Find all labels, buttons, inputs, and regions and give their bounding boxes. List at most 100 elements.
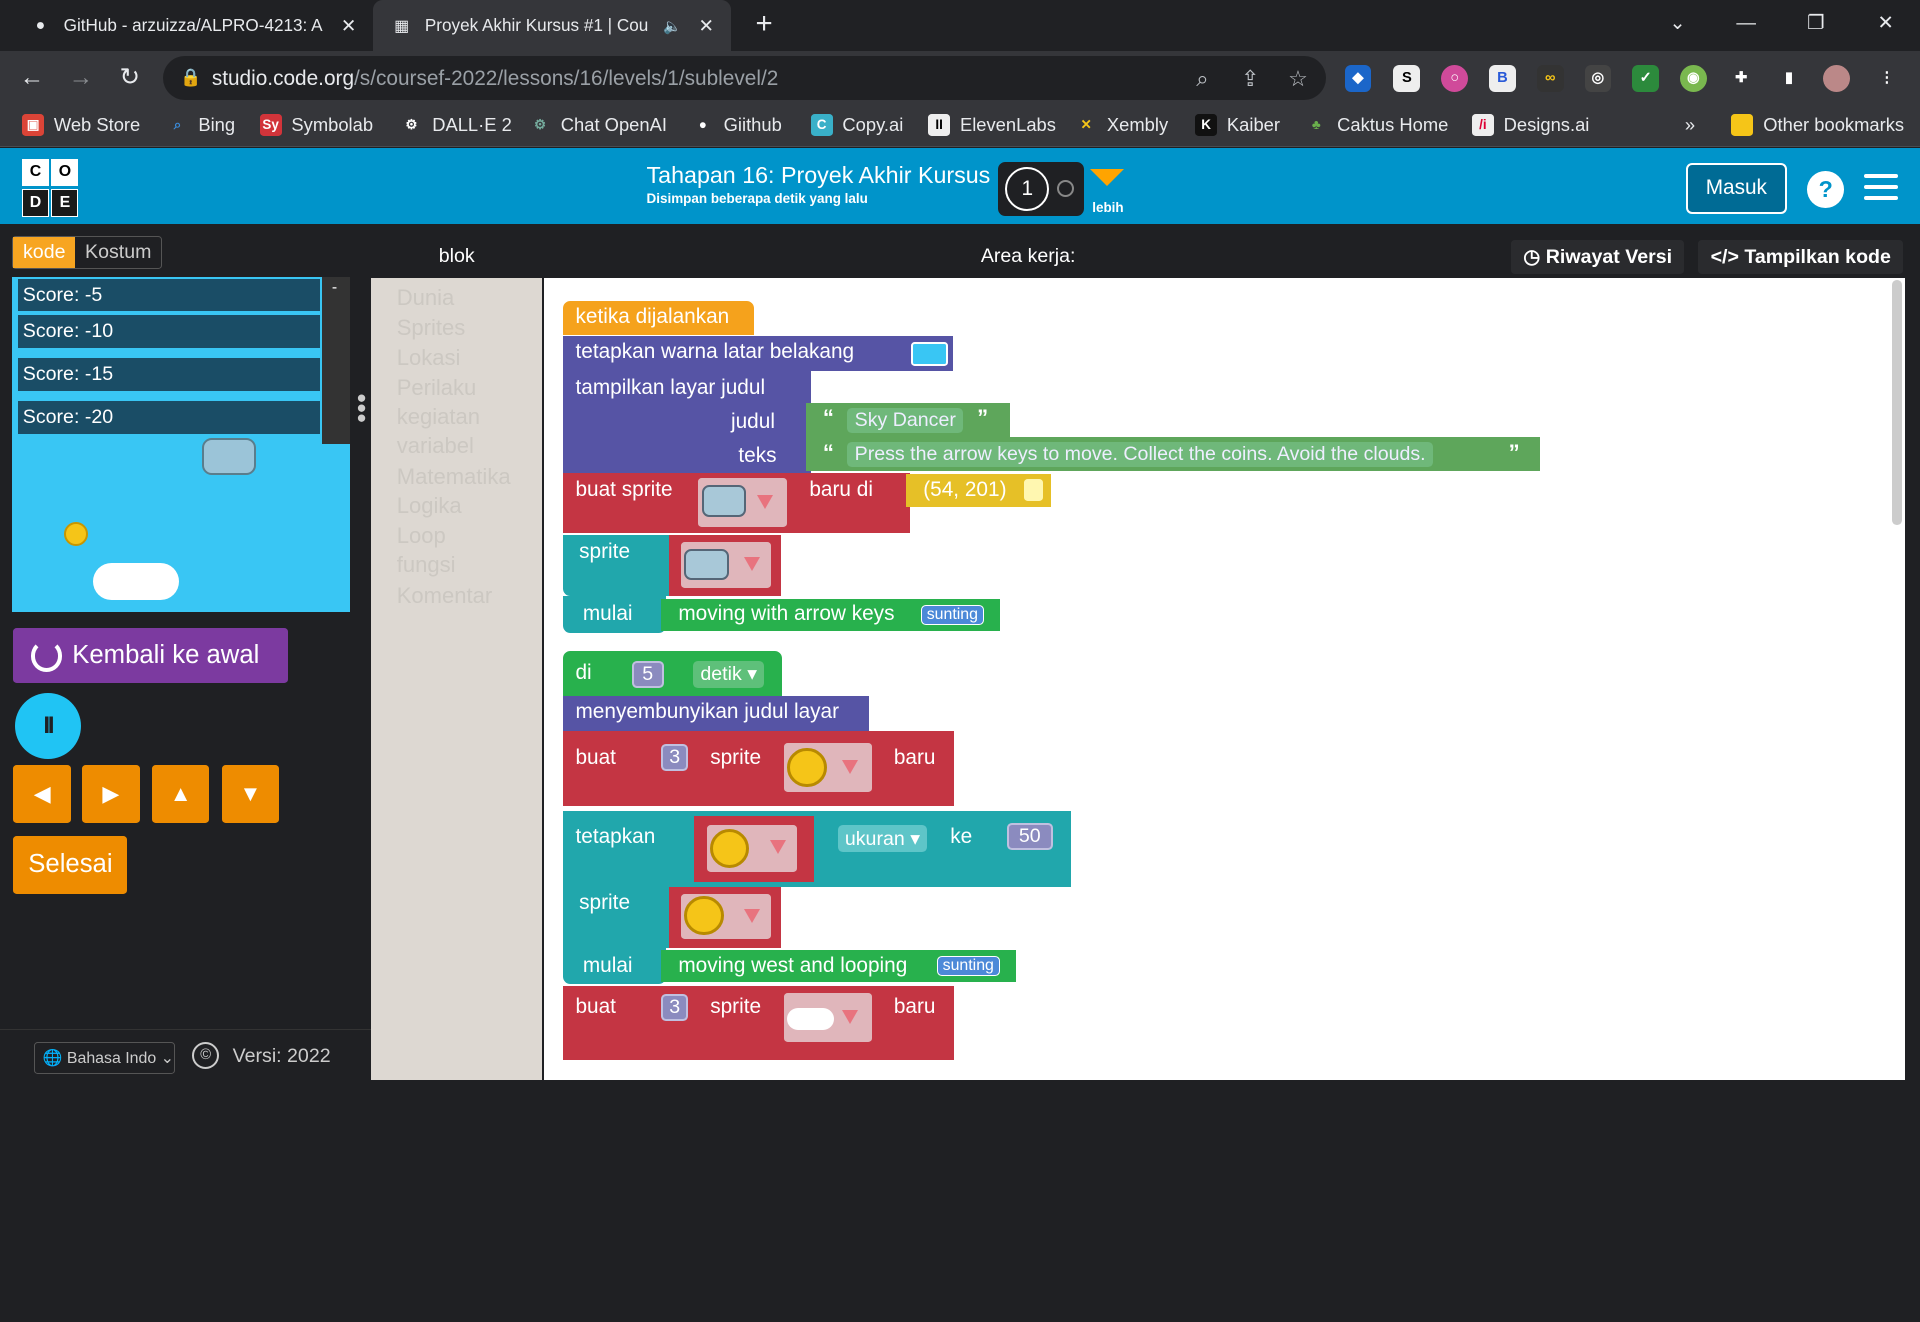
tab-codeorg[interactable]: ▦ Proyek Akhir Kursus #1 | Cou 🔈 ✕ xyxy=(373,0,732,52)
bookmarks-overflow[interactable]: » xyxy=(1685,114,1695,136)
avatar[interactable] xyxy=(1823,64,1851,92)
menu-icon[interactable]: ⋮ xyxy=(1873,65,1900,92)
resize-handle-icon[interactable]: ● ● ● xyxy=(356,388,366,425)
category-locations[interactable]: Lokasi xyxy=(397,345,461,371)
sprite-behavior-block-lower[interactable]: mulai xyxy=(563,947,667,985)
category-events[interactable]: kegiatan xyxy=(397,404,480,430)
property-dropdown[interactable]: ukuran ▾ xyxy=(837,825,928,852)
make-sprite-block[interactable]: buat sprite baru di xyxy=(563,472,910,533)
location-picker-icon[interactable] xyxy=(1023,478,1044,501)
text-string-block[interactable]: “ Press the arrow keys to move. Collect … xyxy=(805,437,1541,472)
extension-icon[interactable]: B xyxy=(1488,64,1516,92)
audio-icon[interactable]: 🔈 xyxy=(663,17,681,35)
address-bar[interactable]: 🔒 studio.code.org/s/coursef-2022/lessons… xyxy=(162,56,1327,101)
level-bubble[interactable]: 1 xyxy=(1005,166,1050,211)
other-bookmarks[interactable]: Other bookmarks xyxy=(1731,113,1904,136)
extension-icon[interactable]: ○ xyxy=(1441,64,1469,92)
help-button[interactable]: ? xyxy=(1807,171,1845,209)
text-string[interactable]: Press the arrow keys to move. Collect th… xyxy=(847,442,1433,468)
sprite-value-block[interactable] xyxy=(694,815,815,882)
count-input[interactable]: 3 xyxy=(661,744,689,772)
sprite-dropdown[interactable] xyxy=(680,542,772,588)
version-history-button[interactable]: ◷ Riwayat Versi xyxy=(1511,240,1685,275)
bookmark-bing[interactable]: ⌕ Bing xyxy=(167,114,235,136)
edit-behavior-button[interactable]: sunting xyxy=(936,956,1000,977)
bookmark-dalle[interactable]: ⚙ DALL·E 2 xyxy=(400,114,511,136)
set-background-block[interactable]: tetapkan warna latar belakang xyxy=(563,335,953,371)
category-logic[interactable]: Logika xyxy=(397,493,462,519)
bookmark-github[interactable]: ● Giithub xyxy=(692,114,782,136)
right-arrow-button[interactable]: ▶ xyxy=(82,765,140,823)
puzzle-icon[interactable]: ✚ xyxy=(1728,65,1755,92)
sprite-value-block[interactable] xyxy=(668,535,782,597)
edit-behavior-button[interactable]: sunting xyxy=(920,604,984,625)
behavior-block[interactable]: moving with arrow keys sunting xyxy=(661,598,1001,631)
reload-icon[interactable]: ↻ xyxy=(113,61,147,95)
unit-dropdown[interactable]: detik ▾ xyxy=(693,661,765,688)
location-block[interactable]: (54, 201) xyxy=(906,473,1051,507)
bookmark-symbolab[interactable]: Sy Symbolab xyxy=(259,113,373,136)
back-icon[interactable]: ← xyxy=(15,61,49,95)
bookmark-caktus[interactable]: ♣ Caktus Home xyxy=(1305,114,1448,136)
sprite-dropdown[interactable] xyxy=(680,893,772,940)
category-comments[interactable]: Komentar xyxy=(397,583,493,609)
category-functions[interactable]: fungsi xyxy=(397,552,456,578)
when-run-block[interactable]: ketika dijalankan xyxy=(563,301,755,336)
count-input[interactable]: 3 xyxy=(661,994,689,1022)
sprite-behavior-block-lower[interactable]: mulai xyxy=(563,596,667,634)
language-select[interactable]: 🌐 Bahasa Indo ⌄ xyxy=(34,1041,176,1074)
sidepanel-icon[interactable]: ▮ xyxy=(1776,65,1803,92)
sprite-dropdown[interactable] xyxy=(697,477,788,527)
category-variables[interactable]: variabel xyxy=(397,433,474,459)
reset-button[interactable]: Kembali ke awal xyxy=(13,628,288,684)
zoom-icon[interactable]: ⌕ xyxy=(1189,66,1216,92)
sprite-dropdown[interactable] xyxy=(706,825,798,872)
down-arrow-button[interactable]: ▼ xyxy=(221,765,280,823)
block-workspace[interactable]: ketika dijalankan tetapkan warna latar b… xyxy=(543,277,1906,1080)
extension-icon[interactable]: ◉ xyxy=(1680,64,1707,92)
sprite-behavior-block[interactable]: sprite xyxy=(563,535,782,597)
close-window-button[interactable]: ✕ xyxy=(1861,0,1910,51)
sprite-dropdown[interactable] xyxy=(783,993,872,1043)
title-string-block[interactable]: “ Sky Dancer ” xyxy=(805,402,1011,438)
close-tab-icon[interactable]: ✕ xyxy=(341,15,356,37)
bookmark-elevenlabs[interactable]: II ElevenLabs xyxy=(928,113,1056,136)
extension-icon[interactable]: ∞ xyxy=(1536,64,1564,92)
category-loops[interactable]: Loop xyxy=(397,523,446,549)
forward-icon[interactable]: → xyxy=(64,61,98,95)
category-world[interactable]: Dunia xyxy=(397,285,455,311)
extension-icon[interactable]: ✓ xyxy=(1632,64,1660,92)
hamburger-menu-icon[interactable] xyxy=(1863,173,1898,207)
category-sprites[interactable]: Sprites xyxy=(397,315,466,341)
game-stage[interactable]: Score: -5 Score: -10 Score: -15 Score: -… xyxy=(12,276,351,613)
behavior-block[interactable]: moving west and looping sunting xyxy=(661,950,1017,983)
workspace-scrollbar[interactable] xyxy=(1886,277,1906,1080)
tab-github[interactable]: ● GitHub - arzuizza/ALPRO-4213: A ✕ xyxy=(12,0,373,51)
close-tab-icon[interactable]: ✕ xyxy=(698,15,713,37)
tab-code[interactable]: kode xyxy=(13,237,76,268)
level-dot[interactable] xyxy=(1056,179,1074,198)
copyright-icon[interactable]: © xyxy=(192,1041,220,1069)
show-code-button[interactable]: </> Tampilkan kode xyxy=(1698,240,1904,275)
restore-button[interactable]: ❐ xyxy=(1791,0,1840,51)
bookmark-copyai[interactable]: C Copy.ai xyxy=(810,113,903,136)
bookmark-kaiber[interactable]: K Kaiber xyxy=(1195,113,1280,136)
category-math[interactable]: Matematika xyxy=(397,464,511,490)
bookmark-webstore[interactable]: ▣ Web Store xyxy=(22,113,140,136)
left-arrow-button[interactable]: ◀ xyxy=(13,765,72,823)
sprite-dropdown[interactable] xyxy=(783,743,872,793)
bookmark-designsai[interactable]: /i Designs.ai xyxy=(1471,113,1589,136)
make-multiple-sprites-block[interactable]: buat 3 sprite baru xyxy=(563,731,954,806)
minimize-button[interactable]: — xyxy=(1722,0,1771,51)
bookmark-chatopenai[interactable]: ⚙ Chat OpenAI xyxy=(529,114,667,136)
up-arrow-button[interactable]: ▲ xyxy=(151,765,210,823)
sprite-behavior-block[interactable]: sprite xyxy=(563,886,782,948)
sprite-value-block[interactable] xyxy=(668,886,782,948)
category-behaviors[interactable]: Perilaku xyxy=(397,375,477,401)
at-seconds-block[interactable]: di 5 detik ▾ xyxy=(563,651,783,696)
pause-button[interactable]: II xyxy=(14,693,81,760)
extension-icon[interactable]: ◆ xyxy=(1344,64,1372,92)
more-label[interactable]: lebih xyxy=(1092,200,1123,215)
finish-button[interactable]: Selesai xyxy=(13,836,128,894)
stage-scrollbar[interactable] xyxy=(322,276,351,445)
